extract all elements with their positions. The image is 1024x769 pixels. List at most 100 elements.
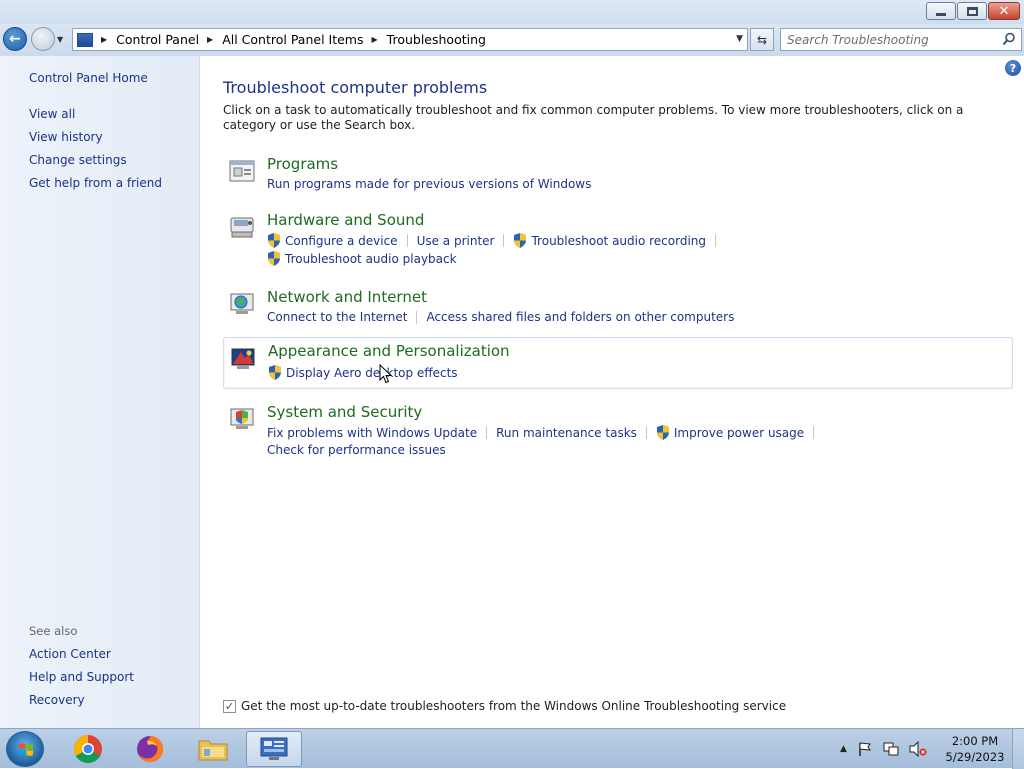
refresh-button[interactable]: ⇆ <box>750 28 774 51</box>
programs-icon[interactable] <box>228 158 258 184</box>
chrome-icon <box>74 735 102 763</box>
appearance-and-personalization-category-link[interactable]: Appearance and Personalization <box>268 342 510 360</box>
task-separator <box>486 426 488 439</box>
help-icon[interactable]: ? <box>1005 60 1021 76</box>
taskbar-control-panel[interactable] <box>246 731 302 767</box>
address-bar[interactable]: ▶ Control Panel ▶ All Control Panel Item… <box>72 28 748 51</box>
system-and-security-icon[interactable] <box>228 406 258 432</box>
category-network-and-internet: Network and Internet Connect to the Inte… <box>223 288 1013 328</box>
check-performance-issues-task[interactable]: Check for performance issues <box>267 443 446 457</box>
clock[interactable]: 2:00 PM 5/29/2023 <box>940 733 1010 765</box>
improve-power-usage-label: Improve power usage <box>673 425 805 440</box>
help-and-support-link[interactable]: Help and Support <box>29 670 134 684</box>
restore-button[interactable] <box>957 2 987 20</box>
back-button[interactable]: ← <box>3 27 27 51</box>
taskbar-chrome[interactable] <box>60 731 116 767</box>
back-arrow-icon: ← <box>9 31 21 47</box>
improve-power-usage-task[interactable]: Improve power usage <box>656 425 804 440</box>
navigation-bar: ← → ▼ ▶ Control Panel ▶ All Control Pane… <box>0 24 1024 56</box>
online-troubleshooting-label: Get the most up-to-date troubleshooters … <box>241 699 787 713</box>
start-button[interactable] <box>6 731 44 767</box>
view-history-link[interactable]: View history <box>29 130 103 144</box>
appearance-and-personalization-icon <box>231 348 255 369</box>
view-all-link[interactable]: View all <box>29 107 75 121</box>
close-icon: ✕ <box>998 3 1010 19</box>
troubleshoot-audio-recording-label: Troubleshoot audio recording <box>531 233 707 248</box>
main-content: ? Troubleshoot computer problems Click o… <box>201 56 1024 728</box>
firefox-icon <box>137 736 163 762</box>
taskbar: ▲ 2:00 PM 5/29/2023 <box>0 728 1024 769</box>
get-help-from-friend-link[interactable]: Get help from a friend <box>29 176 162 190</box>
mouse-cursor-icon <box>379 364 393 384</box>
run-maintenance-tasks-task[interactable]: Run maintenance tasks <box>496 426 637 440</box>
minimize-icon <box>936 12 946 16</box>
close-button[interactable]: ✕ <box>988 2 1020 20</box>
breadcrumb-troubleshooting[interactable]: Troubleshooting <box>387 32 486 47</box>
page-description: Click on a task to automatically trouble… <box>223 103 964 132</box>
minimize-button[interactable] <box>926 2 956 20</box>
forward-arrow-icon: → <box>37 31 49 47</box>
troubleshoot-audio-playback-task[interactable]: Troubleshoot audio playback <box>267 251 457 266</box>
network-and-internet-icon[interactable] <box>228 291 258 317</box>
task-separator <box>406 234 408 247</box>
access-shared-files-task[interactable]: Access shared files and folders on other… <box>426 310 734 324</box>
task-separator <box>645 426 647 439</box>
programs-category-link[interactable]: Programs <box>267 155 338 173</box>
online-troubleshooting-option[interactable]: ✓ Get the most up-to-date troubleshooter… <box>223 699 786 713</box>
network-icon[interactable] <box>883 741 899 757</box>
admin-shield-icon <box>269 365 281 380</box>
control-panel-icon <box>260 737 288 760</box>
recovery-link[interactable]: Recovery <box>29 693 85 707</box>
taskbar-firefox[interactable] <box>122 731 178 767</box>
search-input[interactable]: Search Troubleshooting <box>780 28 1022 51</box>
see-also-heading: See also <box>29 624 78 638</box>
address-dropdown-icon[interactable]: ▼ <box>736 34 743 44</box>
fix-windows-update-task[interactable]: Fix problems with Windows Update <box>267 426 477 440</box>
refresh-icon: ⇆ <box>756 32 768 47</box>
configure-device-task[interactable]: Configure a device <box>267 233 398 248</box>
clock-date: 5/29/2023 <box>945 750 1005 764</box>
change-settings-link[interactable]: Change settings <box>29 153 127 167</box>
use-printer-task[interactable]: Use a printer <box>417 234 495 248</box>
recent-pages-dropdown-icon[interactable]: ▼ <box>57 35 63 44</box>
hardware-and-sound-category-link[interactable]: Hardware and Sound <box>267 211 424 229</box>
breadcrumb-all-items[interactable]: All Control Panel Items <box>222 32 363 47</box>
troubleshoot-audio-recording-task[interactable]: Troubleshoot audio recording <box>513 233 706 248</box>
task-separator <box>503 234 505 247</box>
breadcrumb-control-panel[interactable]: Control Panel <box>116 32 199 47</box>
show-desktop-button[interactable] <box>1012 729 1024 769</box>
admin-shield-icon <box>268 233 280 248</box>
volume-muted-icon[interactable] <box>909 741 927 757</box>
restore-icon <box>966 6 978 16</box>
admin-shield-icon <box>656 425 669 440</box>
network-and-internet-category-link[interactable]: Network and Internet <box>267 288 427 306</box>
control-panel-home-link[interactable]: Control Panel Home <box>29 71 148 85</box>
forward-button[interactable]: → <box>31 27 55 51</box>
folder-icon <box>198 740 228 761</box>
action-center-flag-icon[interactable] <box>857 741 873 757</box>
display-aero-effects-task[interactable]: Display Aero desktop effects <box>268 365 458 380</box>
troubleshoot-audio-playback-label: Troubleshoot audio playback <box>285 251 457 266</box>
breadcrumb-separator-icon[interactable]: ▶ <box>207 35 213 44</box>
breadcrumb-separator-icon[interactable]: ▶ <box>372 35 378 44</box>
run-older-programs-task[interactable]: Run programs made for previous versions … <box>267 177 591 191</box>
system-tray: ▲ <box>840 729 927 769</box>
online-troubleshooting-checkbox[interactable]: ✓ <box>223 699 236 713</box>
task-separator <box>715 234 717 247</box>
show-hidden-icons-icon[interactable]: ▲ <box>840 744 847 754</box>
connect-to-internet-task[interactable]: Connect to the Internet <box>267 310 407 324</box>
configure-device-label: Configure a device <box>285 233 398 248</box>
taskbar-file-explorer[interactable] <box>185 731 241 767</box>
system-and-security-category-link[interactable]: System and Security <box>267 403 422 421</box>
task-separator <box>416 310 418 324</box>
title-bar: ✕ <box>0 0 1024 24</box>
category-appearance-and-personalization[interactable]: Appearance and Personalization Display A… <box>223 337 1013 389</box>
hardware-and-sound-icon[interactable] <box>228 214 258 240</box>
action-center-link[interactable]: Action Center <box>29 647 111 661</box>
category-programs: Programs Run programs made for previous … <box>223 155 1013 195</box>
admin-shield-icon <box>514 233 527 248</box>
search-icon[interactable] <box>1002 32 1016 46</box>
breadcrumb-separator-icon[interactable]: ▶ <box>101 35 107 44</box>
search-placeholder: Search Troubleshooting <box>787 32 929 47</box>
task-separator <box>813 426 815 439</box>
